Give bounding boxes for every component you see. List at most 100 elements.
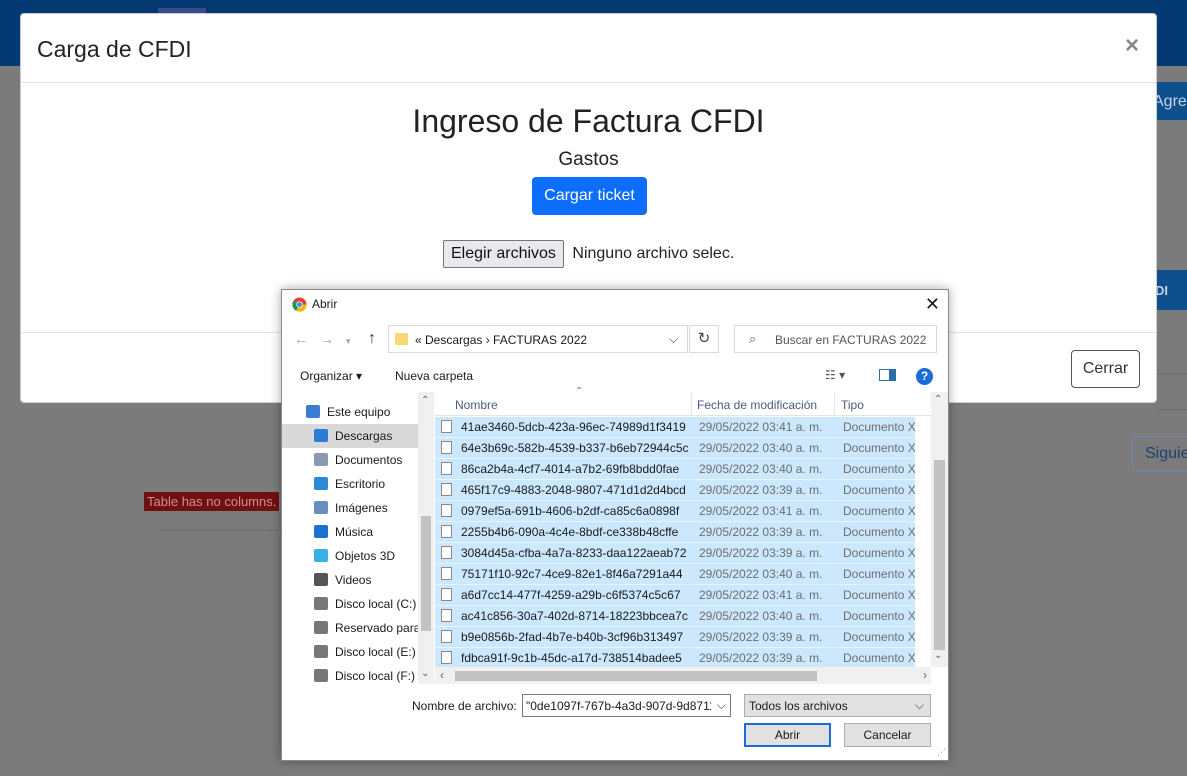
scroll-down-icon[interactable]: ⌄ bbox=[934, 650, 942, 661]
address-bar[interactable]: « Descargas › FACTURAS 2022 ⌵ bbox=[388, 325, 688, 353]
file-row[interactable]: ac41c856-30a7-402d-8714-18223bbcea7c 29/0… bbox=[435, 606, 915, 627]
xml-file-icon bbox=[441, 420, 452, 433]
column-type[interactable]: Tipo bbox=[841, 398, 864, 412]
section-subtitle: Gastos bbox=[558, 149, 619, 170]
file-input[interactable]: Elegir archivos Ninguno archivo selec. bbox=[443, 240, 734, 268]
tree-item[interactable]: Objetos 3D bbox=[282, 544, 418, 568]
file-type: Documento X bbox=[843, 567, 915, 581]
column-name[interactable]: Nombre bbox=[455, 398, 498, 412]
file-name: 64e3b69c-582b-4539-b337-b6eb72944c5c bbox=[461, 441, 689, 455]
open-button[interactable]: Abrir bbox=[744, 723, 831, 747]
close-icon[interactable]: ✕ bbox=[925, 294, 940, 315]
file-date: 29/05/2022 03:39 a. m. bbox=[699, 651, 823, 665]
refresh-icon[interactable]: ↻ bbox=[689, 325, 719, 353]
xml-file-icon bbox=[441, 609, 452, 622]
file-date: 29/05/2022 03:39 a. m. bbox=[699, 630, 823, 644]
file-row[interactable]: 3084d45a-cfba-4a7a-8233-daa122aeab72 29/0… bbox=[435, 543, 915, 564]
column-modified[interactable]: Fecha de modificación bbox=[697, 398, 817, 412]
scrollbar-thumb[interactable] bbox=[421, 516, 431, 631]
desktop-icon bbox=[314, 477, 328, 490]
file-row[interactable]: 2255b4b6-090a-4c4e-8bdf-ce338b48cffe 29/0… bbox=[435, 522, 915, 543]
file-row[interactable]: a6d7cc14-477f-4259-a29b-c6f5374c5c67 29/0… bbox=[435, 585, 915, 606]
preview-pane-icon[interactable] bbox=[879, 369, 896, 381]
tree-scrollbar[interactable]: ⌃ ⌄ bbox=[418, 392, 434, 684]
filename-field[interactable]: "0de1097f-767b-4a3d-907d-9d87115 ⌵ bbox=[522, 694, 731, 717]
tree-item-label: Disco local (F:) bbox=[335, 669, 416, 683]
siguiente-button[interactable]: Siguie bbox=[1132, 436, 1187, 472]
resize-grip-icon[interactable]: ⋰ bbox=[937, 747, 946, 758]
tree-item[interactable]: Disco local (F:) bbox=[282, 664, 418, 684]
help-icon[interactable]: ? bbox=[916, 368, 933, 385]
tree-item[interactable]: Documentos bbox=[282, 448, 418, 472]
cargar-ticket-button[interactable]: Cargar ticket bbox=[532, 177, 647, 215]
scrollbar-thumb[interactable] bbox=[455, 671, 817, 681]
scroll-left-icon[interactable]: ‹ bbox=[440, 668, 444, 682]
list-header: ⌃ Nombre Fecha de modificación Tipo bbox=[435, 386, 931, 416]
file-row[interactable]: 41ae3460-5dcb-423a-96ec-74989d1f3419 29/0… bbox=[435, 417, 915, 438]
page-title: Ingreso de Factura CFDI bbox=[412, 103, 765, 139]
file-date: 29/05/2022 03:40 a. m. bbox=[699, 609, 823, 623]
scroll-up-icon[interactable]: ⌃ bbox=[421, 395, 429, 406]
cancel-button[interactable]: Cancelar bbox=[844, 723, 931, 747]
file-row[interactable]: 75171f10-92c7-4ce9-82e1-8f46a7291a44 29/0… bbox=[435, 564, 915, 585]
scroll-down-icon[interactable]: ⌄ bbox=[421, 668, 429, 679]
recent-dropdown-icon[interactable]: ▾ bbox=[346, 336, 351, 346]
chevron-down-icon[interactable]: ⌵ bbox=[915, 698, 924, 713]
tree-item-label: Disco local (E:) bbox=[335, 645, 416, 659]
tree-item[interactable]: Imágenes bbox=[282, 496, 418, 520]
file-row[interactable]: 64e3b69c-582b-4539-b337-b6eb72944c5c 29/0… bbox=[435, 438, 915, 459]
file-row[interactable]: 0979ef5a-691b-4606-b2df-ca85c6a0898f 29/0… bbox=[435, 501, 915, 522]
videos-icon bbox=[314, 573, 328, 586]
file-row[interactable]: b9e0856b-2fad-4b7e-b40b-3cf96b313497 29/0… bbox=[435, 627, 915, 648]
scrollbar-thumb[interactable] bbox=[934, 460, 945, 650]
xml-file-icon bbox=[441, 651, 452, 664]
view-options-icon[interactable]: ☷ ▾ bbox=[825, 368, 845, 382]
tree-item[interactable]: Disco local (C:) bbox=[282, 592, 418, 616]
forward-arrow-icon[interactable]: → bbox=[320, 331, 334, 347]
scroll-right-icon[interactable]: › bbox=[923, 668, 927, 682]
tree-item-label: Objetos 3D bbox=[335, 549, 396, 563]
file-type: Documento X bbox=[843, 483, 915, 497]
file-date: 29/05/2022 03:41 a. m. bbox=[699, 504, 823, 518]
tree-item[interactable]: Escritorio bbox=[282, 472, 418, 496]
breadcrumb[interactable]: « Descargas › FACTURAS 2022 bbox=[415, 333, 587, 347]
scroll-up-icon[interactable]: ⌃ bbox=[934, 394, 942, 405]
xml-file-icon bbox=[441, 546, 452, 559]
chrome-icon bbox=[292, 297, 307, 312]
file-date: 29/05/2022 03:41 a. m. bbox=[699, 588, 823, 602]
close-button[interactable]: Cerrar bbox=[1071, 350, 1140, 388]
file-type: Documento X bbox=[843, 504, 915, 518]
column-separator[interactable] bbox=[691, 392, 692, 416]
new-folder-button[interactable]: Nueva carpeta bbox=[395, 369, 473, 383]
tree-item[interactable]: Música bbox=[282, 520, 418, 544]
choose-files-button[interactable]: Elegir archivos bbox=[443, 240, 564, 268]
search-input[interactable]: ⌕ Buscar en FACTURAS 2022 bbox=[734, 325, 937, 353]
tree-item[interactable]: Este equipo bbox=[282, 400, 418, 424]
filetype-value: Todos los archivos bbox=[749, 699, 848, 713]
file-type: Documento X bbox=[843, 525, 915, 539]
tree-item[interactable]: Descargas bbox=[282, 424, 418, 448]
horizontal-scrollbar[interactable]: ‹ › bbox=[435, 667, 931, 684]
pictures-icon bbox=[314, 501, 328, 514]
objects-3d-icon bbox=[314, 549, 328, 562]
up-arrow-icon[interactable]: ↑ bbox=[368, 330, 376, 348]
file-type: Documento X bbox=[843, 630, 915, 644]
chevron-down-icon[interactable]: ⌵ bbox=[717, 698, 726, 713]
modal-close-icon[interactable]: × bbox=[1125, 32, 1139, 60]
column-separator[interactable] bbox=[834, 392, 835, 416]
vertical-scrollbar[interactable]: ⌃ ⌄ bbox=[931, 392, 948, 667]
back-arrow-icon[interactable]: ← bbox=[294, 331, 308, 347]
tree-item[interactable]: Reservado para bbox=[282, 616, 420, 640]
file-row[interactable]: 86ca2b4a-4cf7-4014-a7b2-69fb8bdd0fae 29/0… bbox=[435, 459, 915, 480]
music-icon bbox=[314, 525, 328, 538]
tree-item[interactable]: Videos bbox=[282, 568, 418, 592]
organize-menu[interactable]: Organizar ▾ bbox=[300, 369, 362, 383]
drive-icon bbox=[314, 597, 328, 610]
filename-value[interactable]: "0de1097f-767b-4a3d-907d-9d87115 bbox=[526, 699, 711, 713]
chevron-down-icon[interactable]: ⌵ bbox=[669, 332, 678, 347]
filetype-select[interactable]: Todos los archivos ⌵ bbox=[744, 694, 931, 717]
tree-item-label: Escritorio bbox=[335, 477, 386, 491]
tree-item[interactable]: Disco local (E:) bbox=[282, 640, 418, 664]
file-row[interactable]: fdbca91f-9c1b-45dc-a17d-738514badee5 29/0… bbox=[435, 648, 915, 669]
file-row[interactable]: 465f17c9-4883-2048-9807-471d1d2d4bcd 29/0… bbox=[435, 480, 915, 501]
